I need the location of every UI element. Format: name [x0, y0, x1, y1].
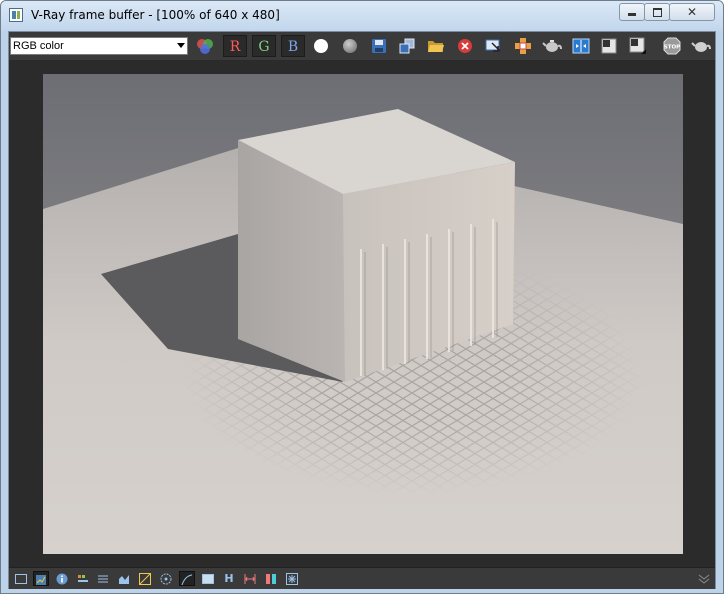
- color-corrections-button[interactable]: [33, 571, 49, 586]
- toolbar: RGB color R G B STOP: [9, 32, 715, 61]
- close-button[interactable]: ✕: [669, 3, 715, 21]
- region-render-icon: [515, 37, 531, 54]
- histogram-icon: [119, 575, 129, 584]
- minimize-icon: [628, 12, 636, 16]
- stereo-button[interactable]: [263, 571, 279, 586]
- gray-circle-icon: [343, 38, 357, 53]
- render-button[interactable]: [689, 35, 713, 57]
- folder-open-icon: [428, 41, 444, 52]
- lens-effects-icon: [160, 573, 172, 585]
- white-view-button[interactable]: [309, 35, 333, 57]
- curve-icon: [181, 574, 193, 586]
- curve-correction-button[interactable]: [179, 571, 195, 586]
- stop-icon: STOP: [663, 37, 681, 54]
- render-scene: [43, 74, 683, 554]
- exposure-button[interactable]: [137, 571, 153, 586]
- maximize-icon: [652, 7, 662, 17]
- teapot-icon: [542, 39, 562, 52]
- image-viewport[interactable]: [9, 61, 715, 567]
- ab-a-icon: [601, 38, 617, 53]
- rendered-image: [43, 74, 683, 554]
- status-bar: H: [9, 567, 715, 589]
- ab-compare-b-button[interactable]: [626, 35, 650, 57]
- title-bar[interactable]: V-Ray frame buffer - [100% of 640 x 480]…: [1, 1, 723, 31]
- chevron-double-down-icon: [698, 574, 710, 584]
- info-button[interactable]: [54, 571, 70, 586]
- teapot-render-icon: [691, 41, 711, 52]
- display-channels-icon: [197, 38, 213, 54]
- snowflake-icon: [286, 573, 298, 585]
- frame-button[interactable]: [13, 571, 29, 586]
- levels-icon: [78, 575, 88, 582]
- exposure-icon: [139, 573, 151, 585]
- svg-text:STOP: STOP: [664, 44, 680, 50]
- green-channel-button[interactable]: G: [252, 35, 276, 57]
- expand-panel-button[interactable]: [697, 571, 711, 586]
- minimize-button[interactable]: [619, 3, 645, 21]
- stereo-icon: [266, 574, 276, 584]
- save-icon: [372, 38, 386, 53]
- history-button[interactable]: H: [221, 571, 237, 586]
- curve-button[interactable]: [95, 571, 111, 586]
- histogram-button[interactable]: [116, 571, 132, 586]
- gray-view-button[interactable]: [338, 35, 362, 57]
- chevron-down-icon: [177, 43, 185, 48]
- clone-icon: [399, 38, 415, 53]
- channel-select-value: RGB color: [13, 40, 64, 52]
- lens-effects-button[interactable]: [158, 571, 174, 586]
- compare-icon: [572, 38, 590, 53]
- curve-lines-icon: [98, 575, 108, 583]
- render-last-button[interactable]: [540, 35, 564, 57]
- close-icon: ✕: [686, 5, 698, 19]
- frame-icon: [15, 574, 27, 584]
- lut-button[interactable]: [200, 571, 216, 586]
- window-title: V-Ray frame buffer - [100% of 640 x 480]: [31, 8, 280, 22]
- lut-icon: [202, 574, 214, 584]
- red-channel-button[interactable]: R: [223, 35, 247, 57]
- info-icon: [56, 573, 68, 585]
- pixel-aspect-button[interactable]: [242, 571, 258, 586]
- channel-select[interactable]: RGB color: [10, 37, 188, 55]
- save-button[interactable]: [367, 35, 391, 57]
- color-corrections-icon: [36, 575, 46, 585]
- track-mouse-icon: [485, 39, 501, 52]
- render-elements-button[interactable]: [284, 571, 300, 586]
- vray-frame-buffer-window: V-Ray frame buffer - [100% of 640 x 480]…: [0, 0, 724, 594]
- blue-channel-button[interactable]: B: [281, 35, 305, 57]
- white-circle-icon: [314, 38, 328, 53]
- compare-button[interactable]: [569, 35, 593, 57]
- ab-compare-a-button[interactable]: [597, 35, 621, 57]
- app-icon: [9, 8, 23, 22]
- stop-render-button[interactable]: STOP: [660, 35, 684, 57]
- display-channels-button[interactable]: [193, 35, 217, 57]
- ab-b-icon: [629, 37, 646, 54]
- clone-button[interactable]: [395, 35, 419, 57]
- pixel-aspect-icon: [244, 574, 256, 584]
- clear-icon: [458, 38, 472, 53]
- track-mouse-button[interactable]: [482, 35, 506, 57]
- open-button[interactable]: [424, 35, 448, 57]
- region-render-button[interactable]: [511, 35, 535, 57]
- clear-image-button[interactable]: [453, 35, 477, 57]
- maximize-button[interactable]: [644, 3, 670, 21]
- levels-button[interactable]: [75, 571, 91, 586]
- frame-buffer-client: RGB color R G B STOP H: [8, 31, 716, 589]
